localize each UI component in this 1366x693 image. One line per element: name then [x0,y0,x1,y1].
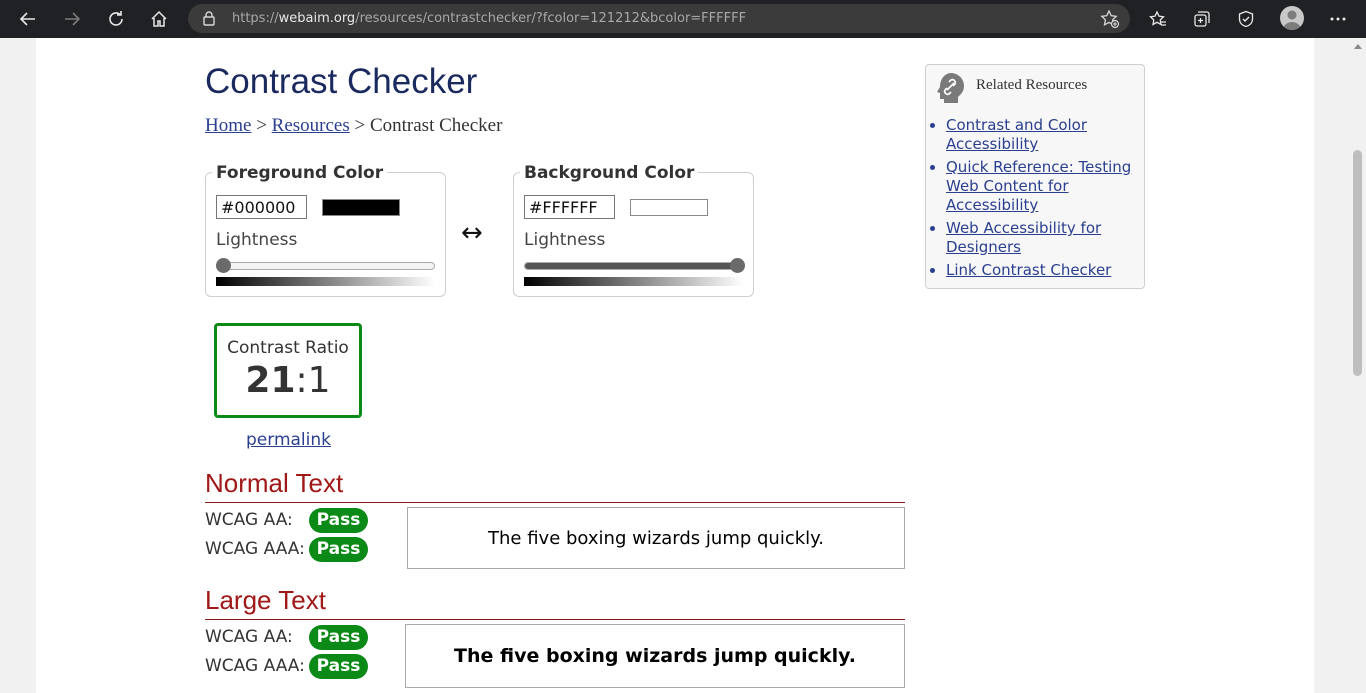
background-lightness-handle[interactable] [730,258,745,273]
breadcrumb-resources-link[interactable]: Resources [272,115,350,136]
foreground-lightness-slider[interactable] [216,262,435,270]
foreground-color-swatch[interactable] [322,199,400,216]
related-link[interactable]: Link Contrast Checker [946,261,1111,279]
address-bar[interactable]: https://webaim.org/resources/contrastche… [188,4,1130,33]
background-lightness-label: Lightness [524,230,606,250]
background-color-panel: Background Color Lightness [513,163,754,297]
large-text-heading: Large Text [205,585,905,620]
related-resources-heading: Related Resources [976,77,1088,93]
collections-icon[interactable] [1190,7,1214,31]
permalink-link[interactable]: permalink [246,430,331,450]
background-lightness-gradient [524,277,743,286]
forward-arrow-icon[interactable] [59,6,85,32]
add-favorite-icon[interactable] [1100,9,1120,29]
scrollbar-thumb[interactable] [1353,150,1362,376]
lock-icon[interactable] [202,11,216,26]
normal-text-sample: The five boxing wizards jump quickly. [407,507,905,569]
background-legend: Background Color [520,163,699,183]
scroll-up-arrow-icon[interactable] [1354,44,1362,49]
breadcrumb: Home > Resources > Contrast Checker [205,115,502,137]
browser-essentials-icon[interactable] [1234,7,1258,31]
related-link[interactable]: Contrast and Color Accessibility [946,116,1087,153]
contrast-ratio-value: 21:1 [245,360,331,401]
home-icon[interactable] [146,6,172,32]
back-arrow-icon[interactable] [15,6,41,32]
foreground-lightness-handle[interactable] [216,258,231,273]
profile-avatar[interactable] [1280,6,1304,30]
more-menu-icon[interactable] [1326,7,1350,31]
reload-icon[interactable] [103,6,129,32]
link-icon [937,73,964,103]
normal-wcag-aa-badge: Pass [309,508,368,533]
large-text-sample: The five boxing wizards jump quickly. [405,624,905,688]
large-wcag-aaa-badge: Pass [309,654,368,679]
background-lightness-slider[interactable] [524,262,743,270]
foreground-lightness-gradient [216,277,435,286]
normal-wcag-aaa-label: WCAG AAA: [205,539,305,559]
related-link[interactable]: Quick Reference: Testing Web Content for… [946,158,1131,214]
foreground-lightness-label: Lightness [216,230,298,250]
foreground-legend: Foreground Color [212,163,388,183]
breadcrumb-current: Contrast Checker [369,115,503,136]
page-title: Contrast Checker [205,62,478,101]
background-hex-input[interactable] [524,195,615,219]
normal-wcag-aa-label: WCAG AA: [205,510,293,530]
list-item: Quick Reference: Testing Web Content for… [946,158,1136,215]
related-link[interactable]: Web Accessibility for Designers [946,219,1101,256]
large-wcag-aa-label: WCAG AA: [205,627,293,647]
foreground-color-panel: Foreground Color Lightness [205,163,446,297]
favorites-icon[interactable] [1146,7,1170,31]
normal-text-heading: Normal Text [205,468,905,503]
contrast-ratio-label: Contrast Ratio [227,338,349,358]
breadcrumb-separator: > [354,115,366,136]
related-resources-panel: Related Resources Contrast and Color Acc… [925,64,1145,289]
list-item: Contrast and Color Accessibility [946,116,1136,154]
browser-toolbar: https://webaim.org/resources/contrastche… [0,0,1366,38]
url-text[interactable]: https://webaim.org/resources/contrastche… [232,11,746,26]
normal-wcag-aaa-badge: Pass [309,537,368,562]
contrast-ratio-box: Contrast Ratio 21:1 [214,323,362,418]
large-wcag-aaa-label: WCAG AAA: [205,656,305,676]
breadcrumb-separator: > [256,115,267,136]
foreground-hex-input[interactable] [216,195,307,219]
swap-colors-icon[interactable]: ↔ [461,218,483,248]
related-resources-list: Contrast and Color Accessibility Quick R… [946,116,1136,284]
page-scrollbar[interactable] [1349,38,1366,693]
background-color-swatch[interactable] [630,199,708,216]
list-item: Link Contrast Checker [946,261,1136,280]
breadcrumb-home-link[interactable]: Home [205,115,251,136]
list-item: Web Accessibility for Designers [946,219,1136,257]
large-wcag-aa-badge: Pass [309,625,368,650]
